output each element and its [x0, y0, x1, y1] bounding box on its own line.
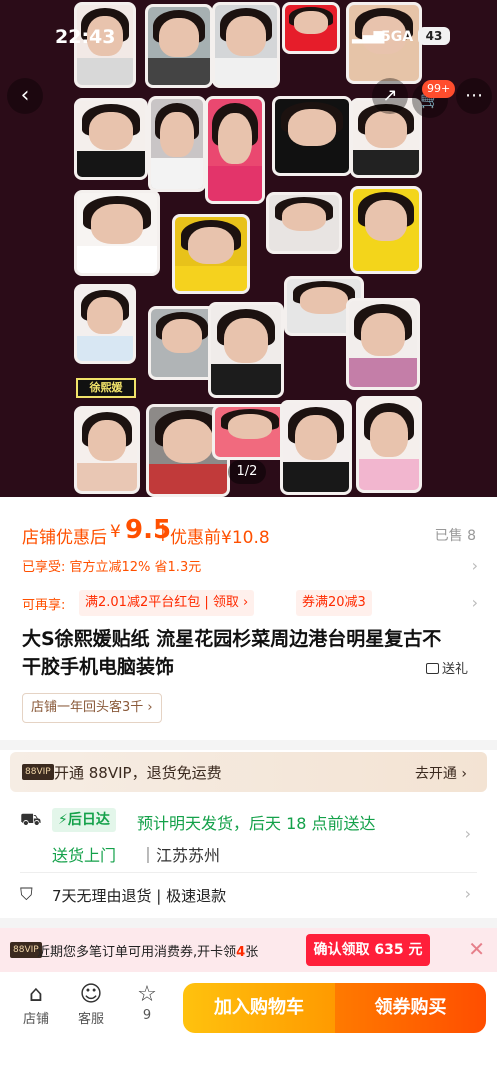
- chevron-right-icon: ›: [471, 556, 478, 575]
- network-type: 5GA: [381, 29, 414, 45]
- sticker-image: [148, 96, 206, 192]
- sticker-image: [148, 306, 216, 380]
- shipping-row[interactable]: ⛟ ⚡后日达 预计明天发货，后天 18 点前送达 送货上门 ｜江苏苏州 ›: [0, 800, 497, 870]
- chevron-right-icon[interactable]: ›: [472, 593, 478, 612]
- ship-origin-text: 江苏苏州: [156, 846, 221, 865]
- name-sticker: 徐熙媛: [76, 378, 136, 398]
- close-icon[interactable]: ✕: [468, 937, 485, 961]
- gift-button[interactable]: 送礼: [426, 658, 468, 677]
- platform-coupon[interactable]: 满2.01减2平台红包 | 领取 ›: [79, 590, 255, 616]
- chat-icon: ☺: [79, 982, 103, 1007]
- price-before-discount: 优惠前¥10.8: [170, 528, 270, 548]
- more-icon[interactable]: ⋯: [456, 78, 492, 114]
- sticker-image: [172, 214, 250, 294]
- price-currency: ¥: [110, 522, 121, 542]
- vip-open-link[interactable]: 去开通 ›: [415, 763, 467, 783]
- sticker-image: [74, 190, 160, 276]
- delivery-badge: ⚡后日达: [52, 808, 116, 832]
- sticker-image: [74, 98, 148, 180]
- sticker-image: [208, 302, 284, 398]
- more-offers-row: 可再享: 满2.01减2平台红包 | 领取 › 券满20减3 ›: [22, 590, 482, 616]
- sticker-image: [272, 96, 352, 176]
- price-separator: |: [160, 522, 166, 542]
- price-row: 店铺优惠后 ¥ 9.5 | 优惠前¥10.8 已售 8: [22, 515, 482, 550]
- buy-with-coupon-button[interactable]: 领券购买: [335, 983, 486, 1033]
- repeat-customer-tag[interactable]: 店铺一年回头客3千 ›: [22, 693, 162, 723]
- promo-text: 近期您多笔订单可用消费券,开卡领4张: [37, 945, 259, 960]
- section-gap: [0, 918, 497, 928]
- sticker-image: [74, 406, 140, 494]
- vip-text: 开通 88VIP，退货免运费: [54, 764, 222, 782]
- bottom-action-bar: ⌂ 店铺 ☺ 客服 ☆ 9 加入购物车 领券购买: [0, 972, 497, 1080]
- store-icon: ⌂: [29, 982, 43, 1007]
- sticker-image: [356, 396, 422, 493]
- add-to-cart-button[interactable]: 加入购物车: [183, 983, 335, 1033]
- sticker-image: [346, 298, 420, 390]
- section-gap: [0, 740, 497, 750]
- price-label: 店铺优惠后: [22, 528, 107, 548]
- sticker-image: [350, 186, 422, 274]
- enjoyed-discount-text: 已享受: 官方立减12% 省1.3元: [22, 560, 202, 575]
- chevron-right-icon: ›: [464, 884, 471, 903]
- sticker-image: [266, 192, 342, 254]
- promo-banner[interactable]: 88VIP 近期您多笔订单可用消费券,开卡领4张 确认领取 635 元👉 ✕: [0, 928, 497, 990]
- sticker-image: [280, 400, 352, 495]
- return-policy-row[interactable]: ⛉ 7天无理由退货 | 极速退款 ›: [0, 880, 497, 910]
- gallery-pager: 1/2: [228, 460, 266, 484]
- claim-coupon-button[interactable]: 确认领取 635 元👉: [306, 934, 430, 990]
- divider: [20, 872, 477, 873]
- product-image-gallery[interactable]: 徐熙媛 22:43 ▂▄▆ 5GA 43 ‹ ↗ 🛒 99+ ⋯ 1/2: [0, 0, 497, 497]
- vip-banner[interactable]: 88VIP 开通 88VIP，退货免运费 去开通 ›: [10, 752, 487, 792]
- gift-icon: [426, 663, 439, 674]
- tab-store-label: 店铺: [22, 1012, 49, 1027]
- tab-customer-service[interactable]: ☺ 客服: [69, 982, 113, 1027]
- cart-badge: 99+: [422, 80, 456, 98]
- tab-service-label: 客服: [77, 1012, 104, 1027]
- delivery-badge-label: 后日达: [67, 812, 110, 828]
- share-icon[interactable]: ↗: [372, 78, 408, 114]
- sticker-image: [205, 96, 265, 204]
- product-title: 大S徐熙媛贴纸 流星花园杉菜周边港台明星复古不干胶手机电脑装饰: [22, 628, 442, 678]
- gift-label: 送礼: [442, 662, 469, 677]
- enjoyed-discount-row[interactable]: 已享受: 官方立减12% 省1.3元 ›: [22, 556, 482, 578]
- battery-indicator: 43: [418, 27, 450, 45]
- status-time: 22:43: [55, 26, 116, 48]
- status-bar: 22:43 ▂▄▆ 5GA 43: [0, 0, 497, 72]
- shield-icon: ⛉: [20, 885, 33, 905]
- truck-icon: ⛟: [20, 810, 42, 830]
- ship-origin: ｜江苏苏州: [140, 846, 221, 865]
- tab-store[interactable]: ⌂ 店铺: [14, 982, 58, 1027]
- favorite-count: 9: [142, 1008, 152, 1023]
- sticker-image: [74, 284, 136, 364]
- store-coupon[interactable]: 券满20减3: [296, 590, 372, 616]
- chevron-right-icon: ›: [464, 824, 471, 843]
- deliver-to-door: 送货上门: [52, 846, 117, 865]
- vip-badge: 88VIP: [22, 764, 54, 780]
- back-arrow-icon[interactable]: ‹: [7, 78, 43, 114]
- sold-count: 已售 8: [434, 528, 476, 544]
- shipping-estimate: 预计明天发货，后天 18 点前送达: [137, 814, 376, 833]
- star-icon: ☆: [137, 982, 157, 1007]
- more-offers-label: 可再享:: [22, 598, 66, 613]
- sticker-image: [212, 404, 288, 460]
- return-policy-text: 7天无理由退货 | 极速退款: [52, 887, 227, 905]
- signal-icon: ▂▄▆: [352, 28, 385, 44]
- tab-favorite[interactable]: ☆ 9: [125, 982, 169, 1023]
